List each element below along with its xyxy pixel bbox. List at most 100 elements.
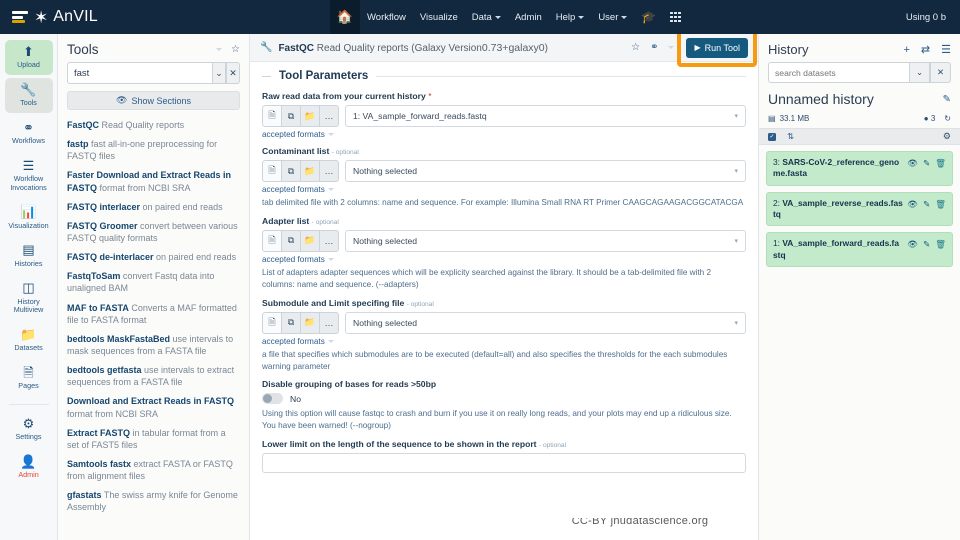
pencil-icon[interactable]: ✎ (923, 239, 930, 250)
sidebar-item-admin[interactable]: 👤 Admin (5, 450, 53, 485)
nav-item-user[interactable]: User (591, 0, 634, 34)
multiple-datasets-icon[interactable]: ⧉ (281, 311, 301, 334)
masthead: ✶ AnVIL 🏠 Workflow Visualize Data Admin … (0, 0, 960, 34)
pencil-icon[interactable]: ✎ (943, 94, 951, 105)
refresh-icon[interactable]: ↻ (944, 114, 951, 123)
sidebar-item-pages[interactable]: 🗎 Pages (5, 361, 53, 396)
trash-icon[interactable]: 🗑 (935, 239, 946, 250)
browse-datasets-icon[interactable]: … (319, 311, 339, 334)
dataset-select[interactable]: Nothing selected ▾ (345, 229, 746, 252)
expand-collapse-icon[interactable]: ⇅ (787, 131, 794, 142)
accepted-formats-toggle[interactable]: accepted formats (262, 255, 746, 264)
sidebar-item-upload[interactable]: ⬆ Upload (4, 40, 53, 75)
checkbox-checked-icon[interactable]: ✓ (768, 132, 776, 141)
sidebar-item-settings[interactable]: ⚙ Settings (5, 412, 53, 447)
disable-grouping-toggle[interactable] (262, 393, 283, 405)
graduation-cap-icon[interactable]: 🎓 (634, 0, 663, 34)
sidebar-item-tools[interactable]: 🔧 Tools (4, 77, 53, 113)
pencil-icon[interactable]: ✎ (923, 158, 930, 169)
grid-apps-icon[interactable] (663, 0, 688, 34)
list-item[interactable]: 3: SARS-CoV-2_reference_genome.fasta 👁 ✎… (766, 151, 953, 186)
show-sections-button[interactable]: 👁 Show Sections (67, 91, 240, 110)
dataset-collection-icon[interactable]: 📁 (300, 229, 320, 252)
history-name: Unnamed history (768, 91, 874, 107)
tool-panel-title: Tools (67, 42, 99, 57)
share-icon[interactable]: ⚭ (650, 42, 658, 53)
nav-item-visualize[interactable]: Visualize (413, 0, 465, 34)
hamburger-menu-icon[interactable]: ☰ (941, 43, 951, 56)
single-dataset-icon[interactable]: 🗎 (262, 229, 282, 252)
tool-list: FastQC Read Quality reports fastp fast a… (58, 119, 249, 540)
dataset-collection-icon[interactable]: 📁 (300, 160, 320, 182)
dataset-select[interactable]: 1: VA_sample_forward_reads.fastq ▾ (345, 105, 746, 127)
list-item[interactable]: FastQC Read Quality reports (67, 119, 240, 131)
browse-datasets-icon[interactable]: … (319, 160, 339, 182)
list-item[interactable]: FastqToSam convert Fastq data into unali… (67, 270, 240, 294)
dataset-collection-icon[interactable]: 📁 (300, 311, 320, 334)
tool-desc: fast all-in-one preprocessing for FASTQ … (67, 139, 218, 162)
sidebar-item-datasets[interactable]: 📁 Datasets (5, 323, 53, 358)
list-item[interactable]: Download and Extract Reads in FASTQ form… (67, 395, 240, 419)
list-item[interactable]: Extract FASTQ in tabular format from a s… (67, 427, 240, 451)
trash-icon[interactable]: 🗑 (935, 199, 946, 210)
sidebar-item-workflow-invocations[interactable]: ☰ Workflow Invocations (5, 154, 53, 198)
single-dataset-icon[interactable]: 🗎 (262, 311, 282, 334)
search-input[interactable] (67, 62, 212, 84)
switch-histories-icon[interactable]: ⇄ (921, 43, 930, 56)
accepted-formats-toggle[interactable]: accepted formats (262, 337, 746, 346)
eye-icon[interactable]: 👁 (907, 199, 918, 210)
run-tool-button[interactable]: ▶ Run Tool (686, 37, 748, 58)
star-outline-icon[interactable]: ☆ (631, 42, 640, 53)
list-item[interactable]: 2: VA_sample_reverse_reads.fastq 👁 ✎ 🗑 (766, 191, 953, 227)
sidebar-item-histories[interactable]: ▤ Histories (5, 238, 53, 273)
list-item[interactable]: bedtools getfasta use intervals to extra… (67, 364, 240, 388)
chevron-down-icon[interactable] (216, 48, 223, 51)
eye-icon[interactable]: 👁 (907, 239, 918, 250)
nav-item-admin[interactable]: Admin (508, 0, 549, 34)
list-item[interactable]: Faster Download and Extract Reads in FAS… (67, 169, 240, 193)
search-advanced-button[interactable]: ⌄ (909, 62, 930, 83)
nav-item-help[interactable]: Help (549, 0, 592, 34)
list-item[interactable]: gfastats The swiss army knife for Genome… (67, 489, 240, 513)
multiple-datasets-icon[interactable]: ⧉ (281, 160, 301, 182)
sidebar-item-visualization[interactable]: 📊 Visualization (5, 200, 53, 235)
sidebar-item-workflows[interactable]: ⚭ Workflows (5, 116, 53, 151)
list-item[interactable]: MAF to FASTA Converts a MAF formatted fi… (67, 302, 240, 326)
home-icon[interactable]: 🏠 (330, 0, 360, 34)
list-item[interactable]: fastp fast all-in-one preprocessing for … (67, 138, 240, 162)
dataset-collection-icon[interactable]: 📁 (300, 105, 320, 127)
search-advanced-button[interactable]: ⌄ (212, 62, 226, 84)
list-item[interactable]: bedtools MaskFastaBed use intervals to m… (67, 333, 240, 357)
chevron-down-icon[interactable] (668, 46, 675, 49)
multiple-datasets-icon[interactable]: ⧉ (281, 105, 301, 127)
lower-limit-input[interactable] (262, 453, 746, 474)
pencil-icon[interactable]: ✎ (923, 199, 930, 210)
sidebar-item-label: Workflows (11, 136, 45, 146)
search-clear-button[interactable]: ✕ (226, 62, 240, 84)
single-dataset-icon[interactable]: 🗎 (262, 160, 282, 182)
multiple-datasets-icon[interactable]: ⧉ (281, 229, 301, 252)
browse-datasets-icon[interactable]: … (319, 229, 339, 252)
list-item[interactable]: 1: VA_sample_forward_reads.fastq 👁 ✎ 🗑 (766, 232, 953, 268)
single-dataset-icon[interactable]: 🗎 (262, 105, 282, 127)
list-item[interactable]: FASTQ interlacer on paired end reads (67, 201, 240, 213)
list-item[interactable]: FASTQ de-interlacer on paired end reads (67, 251, 240, 263)
eye-icon[interactable]: 👁 (907, 158, 918, 169)
search-clear-button[interactable]: ✕ (930, 62, 951, 83)
dataset-select[interactable]: Nothing selected ▾ (345, 160, 746, 182)
nav-item-data[interactable]: Data (465, 0, 508, 34)
nav-item-workflow[interactable]: Workflow (360, 0, 413, 34)
plus-icon[interactable]: + (903, 44, 909, 56)
sidebar-item-history-multiview[interactable]: ◫ History Multiview (5, 276, 53, 320)
accepted-formats-toggle[interactable]: accepted formats (262, 185, 746, 194)
star-outline-icon[interactable]: ☆ (231, 44, 240, 55)
gear-icon[interactable]: ⚙ (943, 131, 951, 142)
list-item[interactable]: Samtools fastx extract FASTA or FASTQ fr… (67, 458, 240, 482)
browse-datasets-icon[interactable]: … (319, 105, 339, 127)
list-item[interactable]: FASTQ Groomer convert between various FA… (67, 220, 240, 244)
search-datasets-input[interactable] (768, 62, 909, 83)
brand-logo-group[interactable]: ✶ AnVIL (0, 8, 98, 26)
dataset-select[interactable]: Nothing selected ▾ (345, 311, 746, 334)
trash-icon[interactable]: 🗑 (935, 158, 946, 169)
accepted-formats-toggle[interactable]: accepted formats (262, 130, 746, 139)
